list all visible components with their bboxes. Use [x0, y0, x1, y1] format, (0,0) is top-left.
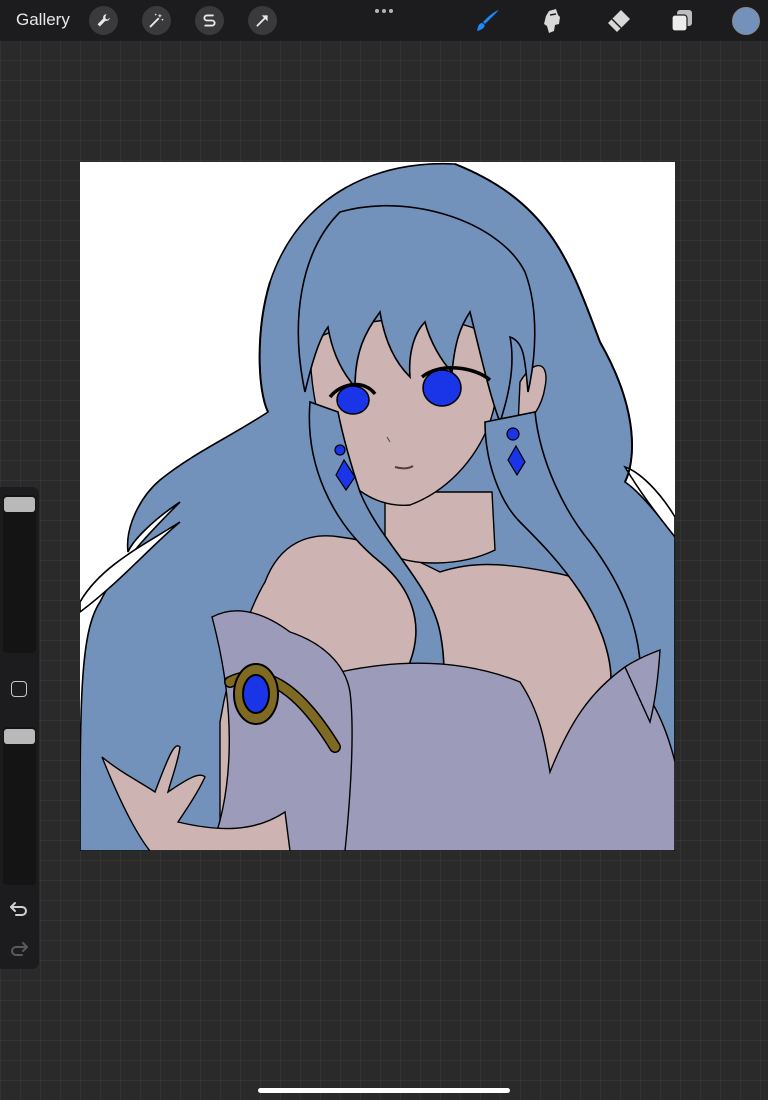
left-eye [336, 385, 370, 415]
opacity-handle[interactable] [4, 729, 35, 744]
gallery-button[interactable]: Gallery [16, 10, 70, 30]
brush-icon[interactable] [473, 6, 503, 36]
transform-arrow-icon [256, 15, 268, 27]
drawing-canvas[interactable] [80, 162, 675, 851]
dress-shape [309, 662, 675, 851]
eraser-icon[interactable] [603, 6, 633, 36]
redo-icon[interactable] [8, 937, 30, 959]
bracelet-gem [242, 674, 270, 714]
adjustments-button[interactable] [142, 6, 171, 35]
color-picker-swatch[interactable] [732, 7, 760, 35]
transform-button[interactable] [248, 6, 277, 35]
wrench-icon [97, 14, 110, 27]
selection-s-icon [203, 14, 216, 27]
modify-button[interactable] [11, 681, 27, 697]
opacity-slider[interactable] [3, 727, 36, 885]
artwork-illustration [80, 162, 675, 851]
top-toolbar: Gallery [0, 0, 768, 41]
selection-button[interactable] [195, 6, 224, 35]
more-options-icon[interactable] [372, 6, 396, 16]
magic-wand-icon [149, 13, 164, 28]
left-sidebar [0, 487, 39, 969]
smudge-icon[interactable] [538, 6, 568, 36]
home-indicator[interactable] [258, 1088, 510, 1093]
layers-icon[interactable] [667, 6, 697, 36]
actions-wrench-button[interactable] [89, 6, 118, 35]
right-eye [422, 369, 462, 407]
brush-size-slider[interactable] [3, 495, 36, 653]
undo-icon[interactable] [8, 897, 30, 919]
brush-size-handle[interactable] [4, 497, 35, 512]
